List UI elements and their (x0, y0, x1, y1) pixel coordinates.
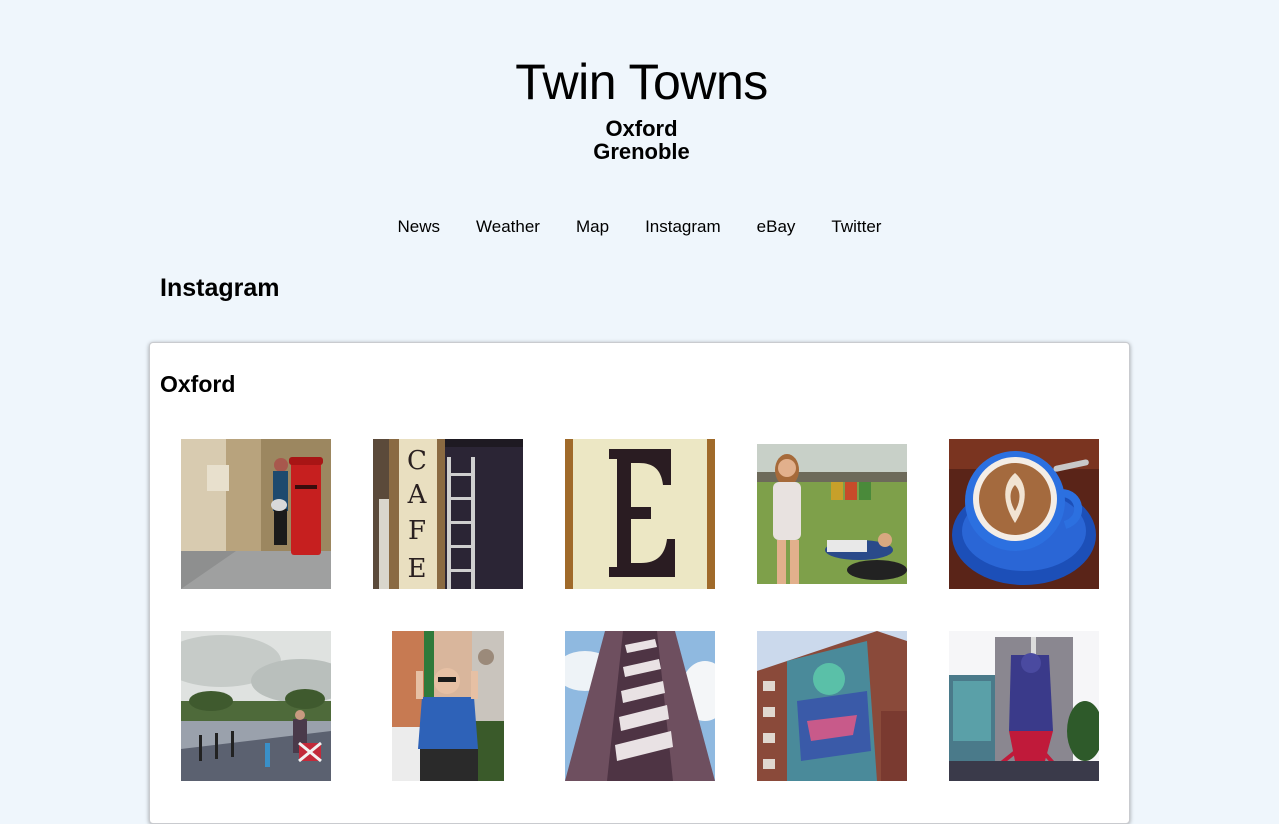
photo-image (565, 631, 715, 781)
nav-link-instagram[interactable]: Instagram (645, 215, 721, 239)
instagram-panel: Oxford C A F E (149, 342, 1130, 824)
svg-text:C: C (407, 446, 427, 476)
svg-text:F: F (408, 516, 426, 546)
svg-text:E: E (408, 554, 427, 584)
town-name-grenoble: Grenoble (593, 139, 690, 164)
photo-image (757, 631, 907, 781)
photo-image (949, 439, 1099, 589)
instagram-photo-cloudy-street[interactable] (181, 631, 331, 781)
nav-link-news[interactable]: News (398, 215, 441, 239)
instagram-photo-tower-block[interactable] (565, 631, 715, 781)
panel-title: Oxford (160, 371, 236, 397)
photo-image (565, 439, 715, 589)
town-names: Oxford Grenoble (0, 117, 1279, 163)
instagram-photo-mural-building[interactable] (757, 631, 907, 781)
nav-link-map[interactable]: Map (576, 215, 609, 239)
nav-link-twitter[interactable]: Twitter (831, 215, 881, 239)
photo-image: C A F E (373, 439, 523, 589)
nav-link-ebay[interactable]: eBay (757, 215, 796, 239)
instagram-photo-post-box[interactable] (181, 439, 331, 589)
town-name-oxford: Oxford (605, 116, 678, 141)
photo-image (181, 631, 331, 781)
photo-image (757, 444, 907, 584)
svg-text:A: A (407, 480, 428, 510)
photo-image (181, 439, 331, 589)
instagram-photo-latte[interactable] (949, 439, 1099, 589)
instagram-photo-letter-e[interactable] (565, 439, 715, 589)
instagram-photo-peace-signs[interactable] (392, 631, 504, 781)
site-title: Twin Towns (515, 54, 768, 110)
photo-image (392, 631, 504, 781)
nav-link-weather[interactable]: Weather (476, 215, 540, 239)
main-nav: News Weather Map Instagram eBay Twitter (0, 215, 1279, 239)
photo-image (949, 631, 1099, 781)
section-title: Instagram (160, 274, 280, 302)
instagram-photo-mural-tower[interactable] (949, 631, 1099, 781)
instagram-photo-cafe[interactable]: C A F E (373, 439, 523, 589)
instagram-photo-festival[interactable] (757, 444, 907, 584)
